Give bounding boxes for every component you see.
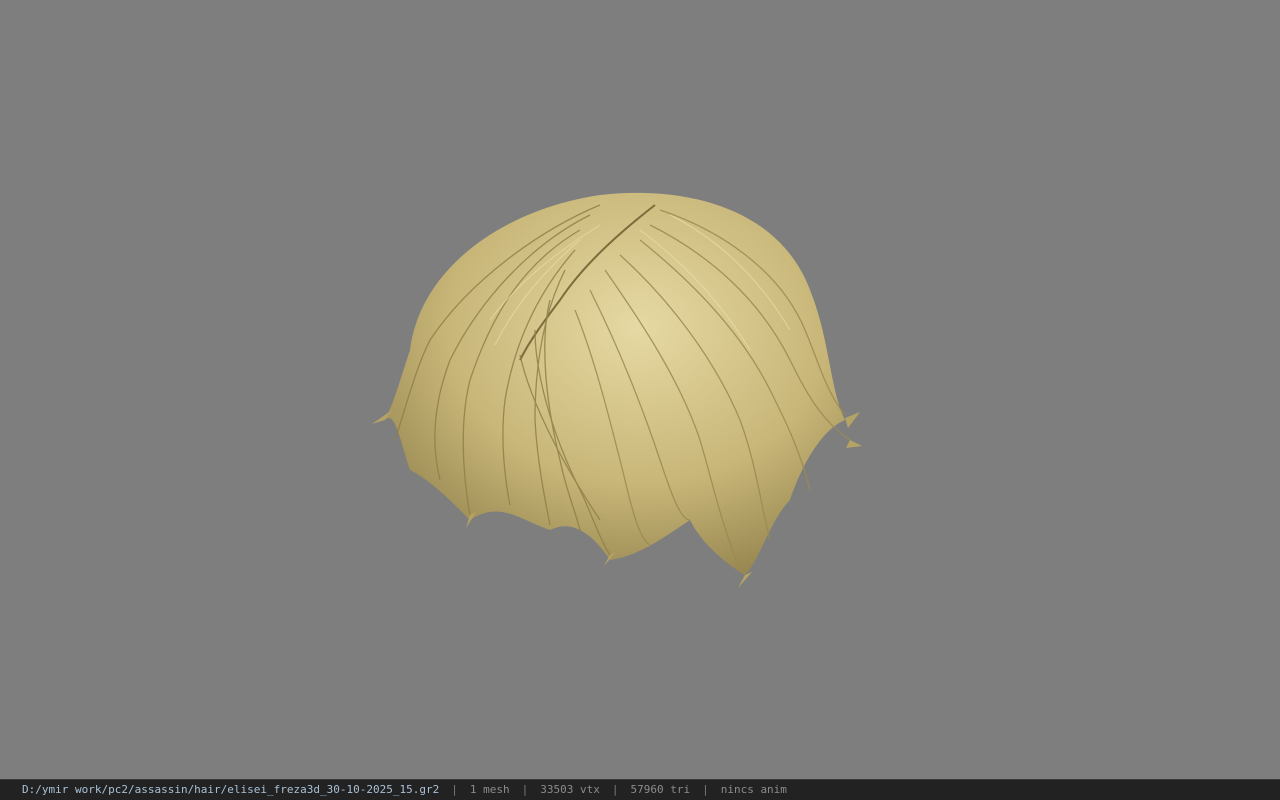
animation-status-text: nincs anim [720,783,787,796]
3d-viewport[interactable] [0,0,1280,779]
hair-mass [385,192,845,575]
status-bar: D:/ymir work/pc2/assassin/hair/elisei_fr… [0,779,1280,800]
triangle-count-text: 57960 tri [630,783,691,796]
vertex-count-text: 33503 vtx [540,783,600,796]
status-separator: | [611,783,619,796]
file-path-text: D:/ymir work/pc2/assassin/hair/elisei_fr… [22,783,440,796]
status-separator: | [702,783,709,796]
mesh-count-text: 1 mesh [469,783,510,796]
status-separator: | [521,783,529,796]
hair-model[interactable] [0,0,1280,779]
status-separator: | [451,783,458,796]
